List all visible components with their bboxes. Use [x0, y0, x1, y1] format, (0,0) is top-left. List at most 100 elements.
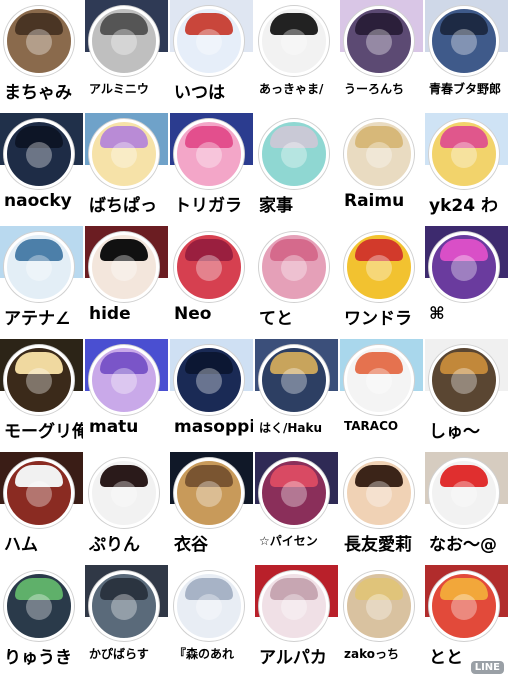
profile-name: りゅうき	[4, 648, 72, 668]
profile-cell[interactable]: トリガラ	[170, 113, 253, 224]
profile-avatar[interactable]	[174, 6, 244, 76]
profile-cell[interactable]: 家事	[255, 113, 338, 224]
profile-cell[interactable]: hide	[85, 226, 168, 337]
profile-cell[interactable]: 青春ブタ野郎	[425, 0, 508, 111]
profile-cell[interactable]: Raimu	[340, 113, 423, 224]
profile-avatar[interactable]	[89, 571, 159, 641]
profile-avatar[interactable]	[259, 571, 329, 641]
profile-cell[interactable]: モーグリ俺	[0, 339, 83, 450]
profile-cell[interactable]: はく/Haku	[255, 339, 338, 450]
profile-cell[interactable]: masoppi	[170, 339, 253, 450]
profile-cell[interactable]: ☆パイセン	[255, 452, 338, 563]
profile-name: 衣谷	[174, 535, 208, 555]
profile-avatar[interactable]	[174, 345, 244, 415]
profile-cell[interactable]: アルパカ	[255, 565, 338, 676]
profile-avatar[interactable]	[4, 458, 74, 528]
profile-name: てと	[259, 309, 293, 329]
profile-avatar[interactable]	[89, 6, 159, 76]
profile-cell[interactable]: ぷりん	[85, 452, 168, 563]
profile-cell[interactable]: なお～@	[425, 452, 508, 563]
avatar-face	[366, 29, 392, 56]
profile-avatar[interactable]	[4, 232, 74, 302]
profile-cell[interactable]: うーろんち	[340, 0, 423, 111]
profile-avatar[interactable]	[429, 571, 499, 641]
profile-avatar[interactable]	[259, 6, 329, 76]
profile-avatar[interactable]	[429, 6, 499, 76]
profile-name: うーろんち	[344, 82, 405, 96]
profile-name: トリガラ	[174, 196, 242, 216]
profile-avatar[interactable]	[344, 232, 414, 302]
profile-cell[interactable]: てと	[255, 226, 338, 337]
avatar-face	[281, 368, 307, 395]
profile-name: ぷりん	[89, 535, 140, 555]
profile-cell[interactable]: とと	[425, 565, 508, 676]
profile-name: かぴばらす	[89, 647, 149, 661]
profile-name: naocky	[4, 191, 72, 211]
avatar-face	[281, 255, 307, 282]
profile-cell[interactable]: matu	[85, 339, 168, 450]
profile-avatar[interactable]	[89, 458, 159, 528]
profile-cell[interactable]: naocky	[0, 113, 83, 224]
profile-avatar[interactable]	[259, 119, 329, 189]
profile-name: はく/Haku	[259, 421, 323, 435]
profile-cell[interactable]: かぴばらす	[85, 565, 168, 676]
profile-cell[interactable]: TARACO	[340, 339, 423, 450]
profile-cell[interactable]: アテナ∠	[0, 226, 83, 337]
profile-avatar[interactable]	[344, 458, 414, 528]
profile-avatar[interactable]	[89, 119, 159, 189]
profile-name: ハム	[4, 535, 38, 555]
profile-avatar[interactable]	[4, 6, 74, 76]
profile-avatar[interactable]	[174, 458, 244, 528]
avatar-face	[281, 29, 307, 56]
avatar-face	[451, 368, 477, 395]
profile-cell[interactable]: しゅ～	[425, 339, 508, 450]
profile-cell[interactable]: ばちぱっ	[85, 113, 168, 224]
avatar-face	[111, 594, 137, 621]
profile-avatar[interactable]	[259, 232, 329, 302]
profile-avatar[interactable]	[174, 232, 244, 302]
avatar-face	[26, 29, 52, 56]
profile-cell[interactable]: アルミニウ	[85, 0, 168, 111]
profile-name: ⌘	[429, 304, 445, 324]
avatar-face	[26, 481, 52, 508]
profile-cell[interactable]: あっきゃま/	[255, 0, 338, 111]
profile-name: あっきゃま/	[259, 82, 324, 96]
profile-cell[interactable]: まちゃみ	[0, 0, 83, 111]
profile-cell[interactable]: Neo	[170, 226, 253, 337]
profile-avatar[interactable]	[4, 571, 74, 641]
profile-avatar[interactable]	[344, 6, 414, 76]
profile-cell[interactable]: いつは	[170, 0, 253, 111]
profile-avatar[interactable]	[429, 458, 499, 528]
profile-avatar[interactable]	[174, 571, 244, 641]
avatar-face	[451, 255, 477, 282]
avatar-face	[366, 368, 392, 395]
profile-avatar[interactable]	[344, 119, 414, 189]
profile-cell[interactable]: りゅうき	[0, 565, 83, 676]
profile-cell[interactable]: 衣谷	[170, 452, 253, 563]
profile-cell[interactable]: 『森のあれ	[170, 565, 253, 676]
profile-cell[interactable]: yk24 わ	[425, 113, 508, 224]
profile-avatar[interactable]	[429, 119, 499, 189]
profile-avatar[interactable]	[89, 345, 159, 415]
avatar-face	[196, 142, 222, 169]
profile-avatar[interactable]	[429, 232, 499, 302]
profile-avatar[interactable]	[429, 345, 499, 415]
profile-avatar[interactable]	[259, 458, 329, 528]
profile-avatar[interactable]	[344, 571, 414, 641]
profile-cell[interactable]: ⌘	[425, 226, 508, 337]
profile-avatar[interactable]	[344, 345, 414, 415]
profile-avatar[interactable]	[89, 232, 159, 302]
avatar-face	[281, 594, 307, 621]
profile-avatar[interactable]	[259, 345, 329, 415]
avatar-face	[26, 368, 52, 395]
profile-cell[interactable]: ワンドラ	[340, 226, 423, 337]
profile-cell[interactable]: ハム	[0, 452, 83, 563]
avatar-face	[26, 142, 52, 169]
avatar-face	[451, 142, 477, 169]
profile-avatar[interactable]	[4, 345, 74, 415]
profile-cell[interactable]: zakoっち	[340, 565, 423, 676]
profile-avatar[interactable]	[174, 119, 244, 189]
profile-cell[interactable]: 長友愛莉	[340, 452, 423, 563]
profile-avatar[interactable]	[4, 119, 74, 189]
avatar-face	[366, 594, 392, 621]
